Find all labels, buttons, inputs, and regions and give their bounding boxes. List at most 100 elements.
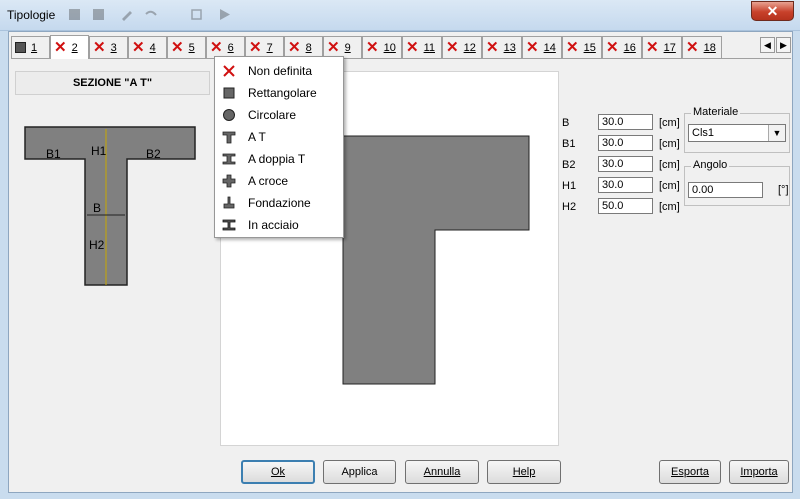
x-icon: ✕ xyxy=(210,38,223,56)
tab-5[interactable]: ✕ 5 xyxy=(167,36,206,58)
menu-icon-wrap xyxy=(222,174,236,188)
param-input-b1[interactable] xyxy=(598,135,653,151)
menu-item-label: Fondazione xyxy=(248,196,311,210)
foundation-icon xyxy=(223,196,235,209)
materiale-select[interactable]: Cls1 ▼ xyxy=(688,124,786,142)
tab-scroll-left-button[interactable]: ◀ xyxy=(760,37,775,53)
tab-label: 16 xyxy=(623,41,636,54)
run-icon xyxy=(220,9,230,20)
rectangle-icon xyxy=(223,87,235,99)
thumb-label-b1: B1 xyxy=(46,147,61,161)
param-input-b[interactable] xyxy=(598,114,653,130)
param-unit: [cm] xyxy=(659,117,680,129)
title-bar: Tipologie ✕ xyxy=(0,0,800,31)
tab-label: 10 xyxy=(383,41,396,54)
tab-16[interactable]: ✕ 16 xyxy=(602,36,642,58)
tab-13[interactable]: ✕ 13 xyxy=(482,36,522,58)
param-unit: [cm] xyxy=(659,201,680,213)
importa-button-label: Importa xyxy=(740,466,778,478)
steel-beam-icon xyxy=(222,219,236,231)
tee-icon xyxy=(222,131,236,144)
esporta-button[interactable]: Esporta xyxy=(659,460,721,484)
tab-6[interactable]: ✕ 6 xyxy=(206,36,245,58)
param-label-b: B xyxy=(562,117,570,129)
x-icon: ✕ xyxy=(366,38,379,56)
menu-item-a-doppia-t[interactable]: A doppia T xyxy=(215,148,343,170)
menu-icon-wrap xyxy=(222,64,236,78)
tab-14[interactable]: ✕ 14 xyxy=(522,36,562,58)
tab-3[interactable]: ✕ 3 xyxy=(89,36,128,58)
param-unit: [cm] xyxy=(659,138,680,150)
param-label-h2: H2 xyxy=(562,201,577,213)
tab-1[interactable]: 1 xyxy=(11,36,50,58)
materiale-label: Materiale xyxy=(691,106,741,118)
thumb-label-b2: B2 xyxy=(146,147,161,161)
tab-label: 14 xyxy=(543,41,556,54)
tab-4[interactable]: ✕ 4 xyxy=(128,36,167,58)
tab-label: 6 xyxy=(227,41,234,54)
param-unit: [cm] xyxy=(659,180,680,192)
chevron-down-icon[interactable]: ▼ xyxy=(768,125,785,141)
menu-item-a-t[interactable]: A T xyxy=(215,126,343,148)
menu-item-label: Rettangolare xyxy=(248,86,317,100)
tab-15[interactable]: ✕ 15 xyxy=(562,36,602,58)
menu-icon-wrap xyxy=(222,196,236,210)
materiale-value: Cls1 xyxy=(692,127,715,139)
tab-label: 7 xyxy=(266,41,273,54)
param-input-b2[interactable] xyxy=(598,156,653,172)
tab-10[interactable]: ✕ 10 xyxy=(362,36,402,58)
menu-item-label: A doppia T xyxy=(248,152,306,166)
menu-item-circolare[interactable]: Circolare xyxy=(215,104,343,126)
rectangle-icon xyxy=(15,42,26,53)
tab-label: 2 xyxy=(71,41,78,54)
materiale-group: Materiale Cls1 ▼ xyxy=(684,106,790,153)
tab-scroll-right-button[interactable]: ▶ xyxy=(776,37,791,53)
ok-button[interactable]: Ok xyxy=(241,460,315,484)
menu-item-fondazione[interactable]: Fondazione xyxy=(215,192,343,214)
angolo-input[interactable] xyxy=(688,182,763,198)
tab-label: 8 xyxy=(305,41,312,54)
tab-8[interactable]: ✕ 8 xyxy=(284,36,323,58)
tab-9[interactable]: ✕ 9 xyxy=(323,36,362,58)
menu-item-label: A T xyxy=(248,130,266,144)
close-button[interactable]: ✕ xyxy=(751,1,794,21)
save-icon xyxy=(69,9,80,20)
x-icon: ✕ xyxy=(606,38,619,56)
x-icon: ✕ xyxy=(327,38,340,56)
tab-17[interactable]: ✕ 17 xyxy=(642,36,682,58)
tab-7[interactable]: ✕ 7 xyxy=(245,36,284,58)
menu-item-non-definita[interactable]: Non definita xyxy=(215,60,343,82)
tab-2[interactable]: ✕ 2 xyxy=(50,35,89,59)
param-input-h2[interactable] xyxy=(598,198,653,214)
param-input-h1[interactable] xyxy=(598,177,653,193)
menu-icon-wrap xyxy=(222,86,236,100)
thumb-label-b: B xyxy=(93,201,101,215)
x-icon: ✕ xyxy=(132,38,145,56)
tab-label: 17 xyxy=(663,41,676,54)
tab-label: 9 xyxy=(344,41,351,54)
tab-label: 11 xyxy=(423,41,435,54)
applica-button[interactable]: Applica xyxy=(323,460,396,484)
tab-11[interactable]: ✕ 11 xyxy=(402,36,442,58)
importa-button[interactable]: Importa xyxy=(729,460,789,484)
menu-item-label: A croce xyxy=(248,174,289,188)
x-icon: ✕ xyxy=(646,38,659,56)
menu-icon-wrap xyxy=(222,218,236,232)
annulla-button-label: Annulla xyxy=(423,466,461,478)
edit-icon xyxy=(122,11,132,21)
annulla-button[interactable]: Annulla xyxy=(405,460,479,484)
angolo-unit: [°] xyxy=(778,184,789,196)
menu-item-a-croce[interactable]: A croce xyxy=(215,170,343,192)
tab-18[interactable]: ✕ 18 xyxy=(682,36,722,58)
x-icon: ✕ xyxy=(566,38,579,56)
help-button[interactable]: Help xyxy=(487,460,561,484)
menu-item-rettangolare[interactable]: Rettangolare xyxy=(215,82,343,104)
x-icon: ✕ xyxy=(171,38,184,56)
menu-item-in-acciaio[interactable]: In acciaio xyxy=(215,214,343,236)
tab-12[interactable]: ✕ 12 xyxy=(442,36,482,58)
double-tee-icon xyxy=(222,153,236,165)
menu-icon-wrap xyxy=(222,130,236,144)
param-unit: [cm] xyxy=(659,159,680,171)
esporta-button-label: Esporta xyxy=(671,466,709,478)
x-icon xyxy=(223,65,235,77)
